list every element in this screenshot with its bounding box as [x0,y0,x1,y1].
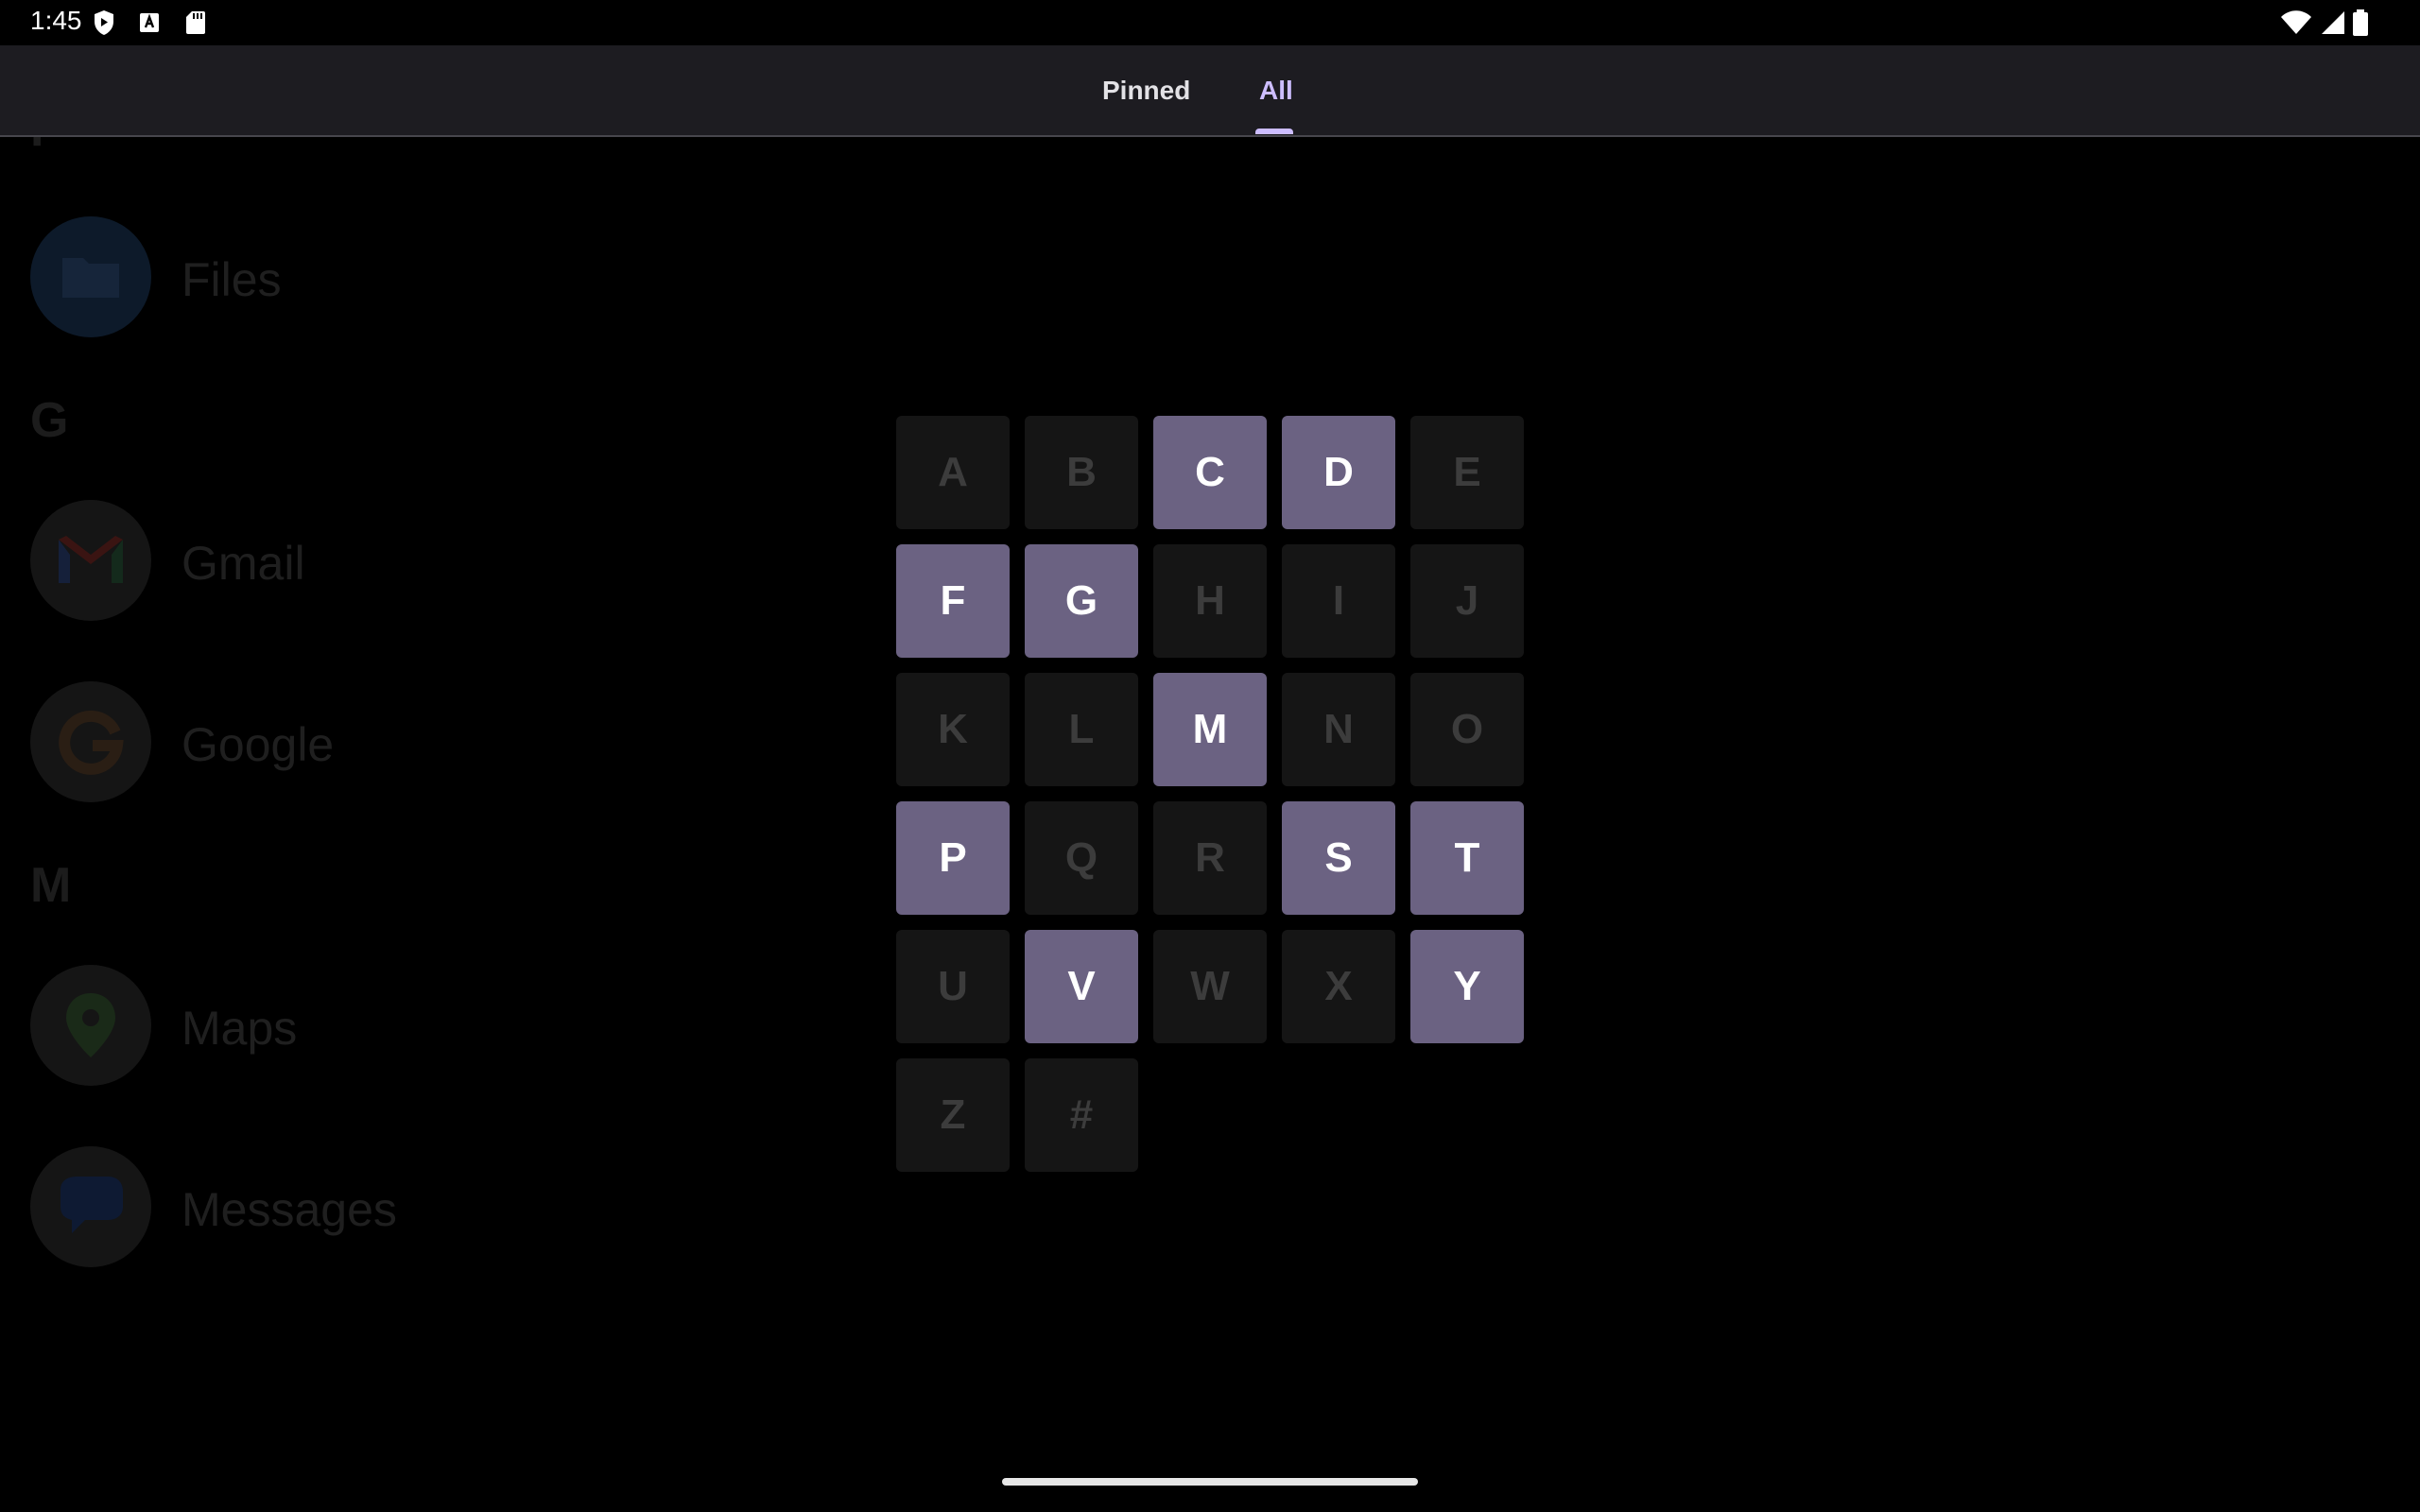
letter-cell-h: H [1153,544,1267,658]
app-item-maps[interactable]: Maps [30,965,786,1088]
shield-icon [95,10,113,35]
tab-selected-indicator [1255,129,1293,134]
letter-cell-j: J [1410,544,1524,658]
tab-all[interactable]: All [1259,76,1293,106]
letter-cell-u: U [896,930,1010,1043]
letter-cell-o: O [1410,673,1524,786]
app-name-messages: Messages [182,1183,397,1236]
text-a-icon [140,13,159,32]
letter-cell-i: I [1282,544,1395,658]
app-item-messages[interactable]: Messages [30,1146,786,1269]
wifi-icon [2281,10,2311,34]
files-icon [30,216,151,337]
letter-cell-k: K [896,673,1010,786]
google-icon [30,681,151,802]
letter-cell-e: E [1410,416,1524,529]
tab-bar: Pinned All [0,45,2420,137]
app-list: F Files G Gmail Google M [0,137,851,1347]
messages-icon [30,1146,151,1267]
tab-pinned[interactable]: Pinned [1102,76,1190,106]
section-header-m: M [30,858,72,913]
letter-cell-z: Z [896,1058,1010,1172]
letter-cell-n: N [1282,673,1395,786]
section-header-f: F [30,137,60,158]
letter-cell-m[interactable]: M [1153,673,1267,786]
app-name-gmail: Gmail [182,537,305,590]
letter-cell-b: B [1025,416,1138,529]
cellular-signal-icon [2322,11,2344,34]
sd-card-icon [186,11,205,34]
home-indicator[interactable] [1002,1478,1418,1486]
letter-cell-t[interactable]: T [1410,801,1524,915]
app-name-files: Files [182,253,282,306]
app-item-gmail[interactable]: Gmail [30,500,786,623]
letter-cell-d[interactable]: D [1282,416,1395,529]
status-time: 1:45 [30,6,82,35]
letter-cell-l: L [1025,673,1138,786]
letter-cell-x: X [1282,930,1395,1043]
letter-cell-g[interactable]: G [1025,544,1138,658]
app-name-maps: Maps [182,1002,298,1055]
letter-cell-p[interactable]: P [896,801,1010,915]
section-header-g: G [30,393,69,448]
letter-cell-c[interactable]: C [1153,416,1267,529]
letter-cell-s[interactable]: S [1282,801,1395,915]
letter-cell-q: Q [1025,801,1138,915]
letter-cell-v[interactable]: V [1025,930,1138,1043]
letter-cell-hash: # [1025,1058,1138,1172]
letter-cell-w: W [1153,930,1267,1043]
app-item-files[interactable]: Files [30,216,786,339]
maps-icon [30,965,151,1086]
battery-icon [2353,9,2368,36]
letter-cell-y[interactable]: Y [1410,930,1524,1043]
app-name-google: Google [182,718,335,771]
letter-cell-r: R [1153,801,1267,915]
status-bar: 1:45 [0,0,2420,45]
app-item-google[interactable]: Google [30,681,786,804]
gmail-icon [30,500,151,621]
letter-cell-a: A [896,416,1010,529]
letter-cell-f[interactable]: F [896,544,1010,658]
